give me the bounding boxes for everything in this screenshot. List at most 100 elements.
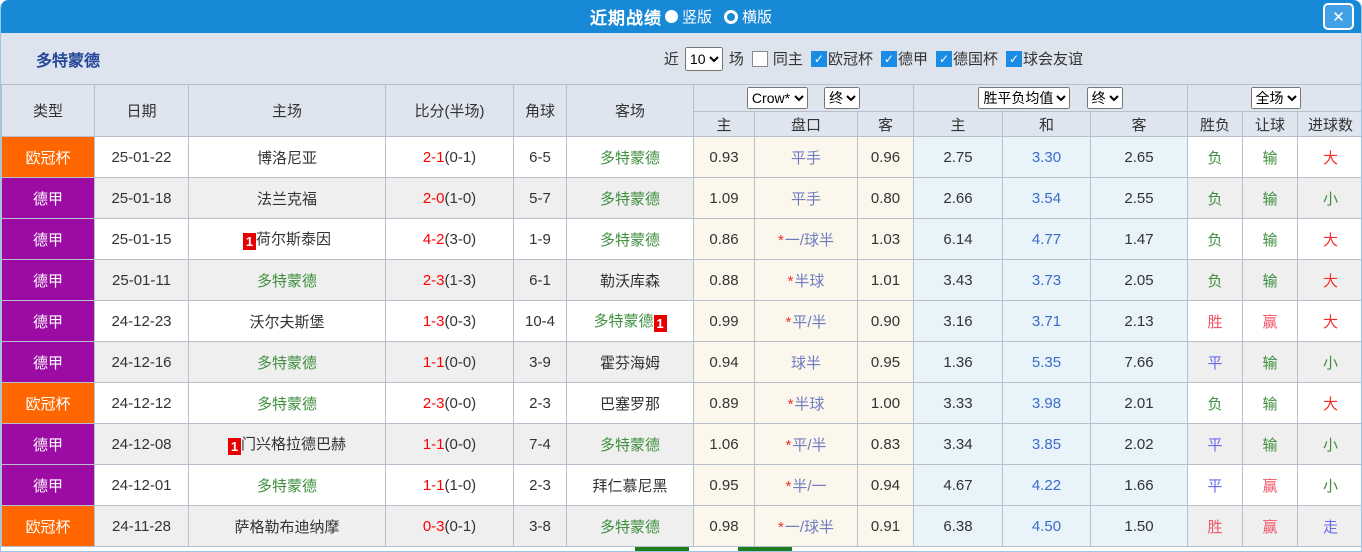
layout-radio-horizontal[interactable]: 横版 <box>742 6 772 27</box>
cell-league-type: 德甲 <box>1 177 95 219</box>
header-avg-draw: 和 <box>1002 111 1092 137</box>
cell-away-team: 多特蒙德 <box>566 423 694 465</box>
cell-avg-draw: 3.71 <box>1002 300 1092 342</box>
league-filters: 欧冠杯 德甲 德国杯 球会友谊 <box>803 48 1083 69</box>
radio-selected-icon[interactable] <box>664 10 678 23</box>
cell-away-team: 巴塞罗那 <box>566 382 694 424</box>
cell-result-wdl: 平 <box>1187 464 1244 506</box>
same-home-checkbox[interactable] <box>751 50 768 67</box>
cell-score: 2-0(1-0) <box>385 177 514 219</box>
cell-odds-away: 0.96 <box>856 136 915 178</box>
cell-corner: 5-7 <box>513 177 567 219</box>
cell-avg-lose: 1.66 <box>1090 464 1189 506</box>
cell-result-goals: 小 <box>1297 423 1361 465</box>
cell-odds-home: 1.09 <box>693 177 755 219</box>
cell-date: 25-01-18 <box>94 177 189 219</box>
scope-select[interactable]: 全场 <box>1250 87 1301 109</box>
star-mark: * <box>777 231 784 249</box>
cell-date: 25-01-11 <box>94 259 189 301</box>
cell-score: 2-3(0-0) <box>385 382 514 424</box>
radio-unselected-icon[interactable] <box>724 9 738 24</box>
cell-result-wdl: 平 <box>1187 341 1244 383</box>
cell-result-goals: 大 <box>1297 382 1361 424</box>
layout-radio-vertical[interactable]: 竖版 <box>682 6 712 27</box>
cell-avg-win: 3.34 <box>913 423 1004 465</box>
table-row: 德甲 25-01-11 多特蒙德 2-3(1-3) 6-1 勒沃库森 0.88 *半球 1.01… <box>1 259 1361 301</box>
cell-handicap: *平/半 <box>754 423 858 465</box>
cell-odds-home: 0.99 <box>693 300 755 342</box>
cell-result-wdl: 负 <box>1187 259 1244 301</box>
wdl-avg-select[interactable]: 胜平负均值 <box>978 87 1071 109</box>
table-row: 德甲 25-01-18 法兰克福 2-0(1-0) 5-7 多特蒙德 1.09 平手 0.80 2… <box>1 177 1361 219</box>
cell-home-team: 萨格勒布迪纳摩 <box>188 505 386 547</box>
cell-away-team: 霍芬海姆 <box>566 341 694 383</box>
header-avg-win: 主 <box>913 111 1004 137</box>
cell-avg-win: 6.14 <box>913 218 1004 260</box>
league-checkbox-1[interactable] <box>880 50 897 67</box>
cell-result-goals: 大 <box>1297 218 1361 260</box>
cell-result-goals: 大 <box>1297 259 1361 301</box>
table-row: 欧冠杯 25-01-22 博洛尼亚 2-1(0-1) 6-5 多特蒙德 0.93 平手 0.96… <box>1 136 1361 178</box>
star-mark: * <box>785 436 792 454</box>
cell-home-team: 多特蒙德 <box>188 259 386 301</box>
cell-odds-home: 0.89 <box>693 382 755 424</box>
cell-corner: 1-9 <box>513 218 567 260</box>
cell-handicap: *一/球半 <box>754 218 858 260</box>
header-date: 日期 <box>94 84 189 137</box>
cell-avg-draw: 4.77 <box>1002 218 1092 260</box>
cell-odds-away: 0.94 <box>856 464 915 506</box>
league-label: 球会友谊 <box>1022 51 1083 68</box>
cell-date: 24-12-08 <box>94 423 189 465</box>
cell-result-goals: 走 <box>1297 505 1361 547</box>
recent-label: 近 <box>663 51 679 68</box>
dialog-title: 近期战绩 <box>589 9 662 28</box>
cell-odds-away: 1.01 <box>856 259 915 301</box>
league-checkbox-0[interactable] <box>810 50 827 67</box>
table-row: 欧冠杯 24-11-28 萨格勒布迪纳摩 0-3(0-1) 3-8 多特蒙德 0.98 *一/… <box>1 505 1361 547</box>
league-checkbox-2[interactable] <box>935 50 952 67</box>
cell-odds-away: 0.83 <box>856 423 915 465</box>
header-handicap: 盘口 <box>754 111 858 137</box>
cell-league-type: 欧冠杯 <box>1 505 95 547</box>
cell-home-team: 博洛尼亚 <box>188 136 386 178</box>
cell-avg-draw: 4.50 <box>1002 505 1092 547</box>
league-checkbox-3[interactable] <box>1005 50 1022 67</box>
cell-result-wdl: 负 <box>1187 177 1244 219</box>
header-home: 主场 <box>188 84 386 137</box>
cell-away-team: 多特蒙德 <box>566 505 694 547</box>
cell-home-team: 多特蒙德 <box>188 382 386 424</box>
cell-score: 1-3(0-3) <box>385 300 514 342</box>
cell-score: 1-1(1-0) <box>385 464 514 506</box>
cell-result-handicap: 赢 <box>1242 300 1299 342</box>
header-result-goals: 进球数 <box>1297 111 1361 137</box>
cell-avg-draw: 3.73 <box>1002 259 1092 301</box>
cell-result-wdl: 平 <box>1187 423 1244 465</box>
header-result-wdl: 胜负 <box>1187 111 1244 137</box>
cell-league-type: 德甲 <box>1 300 95 342</box>
cell-league-type: 欧冠杯 <box>1 382 95 424</box>
cell-avg-lose: 2.02 <box>1090 423 1189 465</box>
odds-time-select[interactable]: 终 <box>824 87 861 109</box>
cell-odds-home: 0.86 <box>693 218 755 260</box>
close-button[interactable]: ✕ <box>1323 3 1354 30</box>
cell-result-wdl: 胜 <box>1187 505 1244 547</box>
titlebar: 近期战绩 竖版 横版 ✕ <box>1 0 1361 33</box>
cell-away-team: 多特蒙德 <box>566 136 694 178</box>
cell-away-team: 多特蒙德 <box>566 218 694 260</box>
cell-result-wdl: 负 <box>1187 382 1244 424</box>
recent-count-select[interactable]: 10 <box>684 46 723 71</box>
cell-handicap: *半球 <box>754 382 858 424</box>
cell-date: 24-12-12 <box>94 382 189 424</box>
cell-avg-win: 3.33 <box>913 382 1004 424</box>
cell-odds-home: 0.93 <box>693 136 755 178</box>
cell-avg-lose: 2.65 <box>1090 136 1189 178</box>
header-avg-lose: 客 <box>1090 111 1189 137</box>
cell-result-goals: 小 <box>1297 464 1361 506</box>
odds-source-select[interactable]: Crow* <box>746 87 808 109</box>
cell-avg-win: 2.66 <box>913 177 1004 219</box>
wdl-time-select[interactable]: 终 <box>1086 87 1123 109</box>
cell-date: 25-01-15 <box>94 218 189 260</box>
table-row: 德甲 25-01-15 1 荷尔斯泰因 4-2(3-0) 1-9 多特蒙德 0.86 *一/球半… <box>1 218 1361 260</box>
league-label: 德甲 <box>897 51 928 68</box>
cell-result-goals: 小 <box>1297 177 1361 219</box>
